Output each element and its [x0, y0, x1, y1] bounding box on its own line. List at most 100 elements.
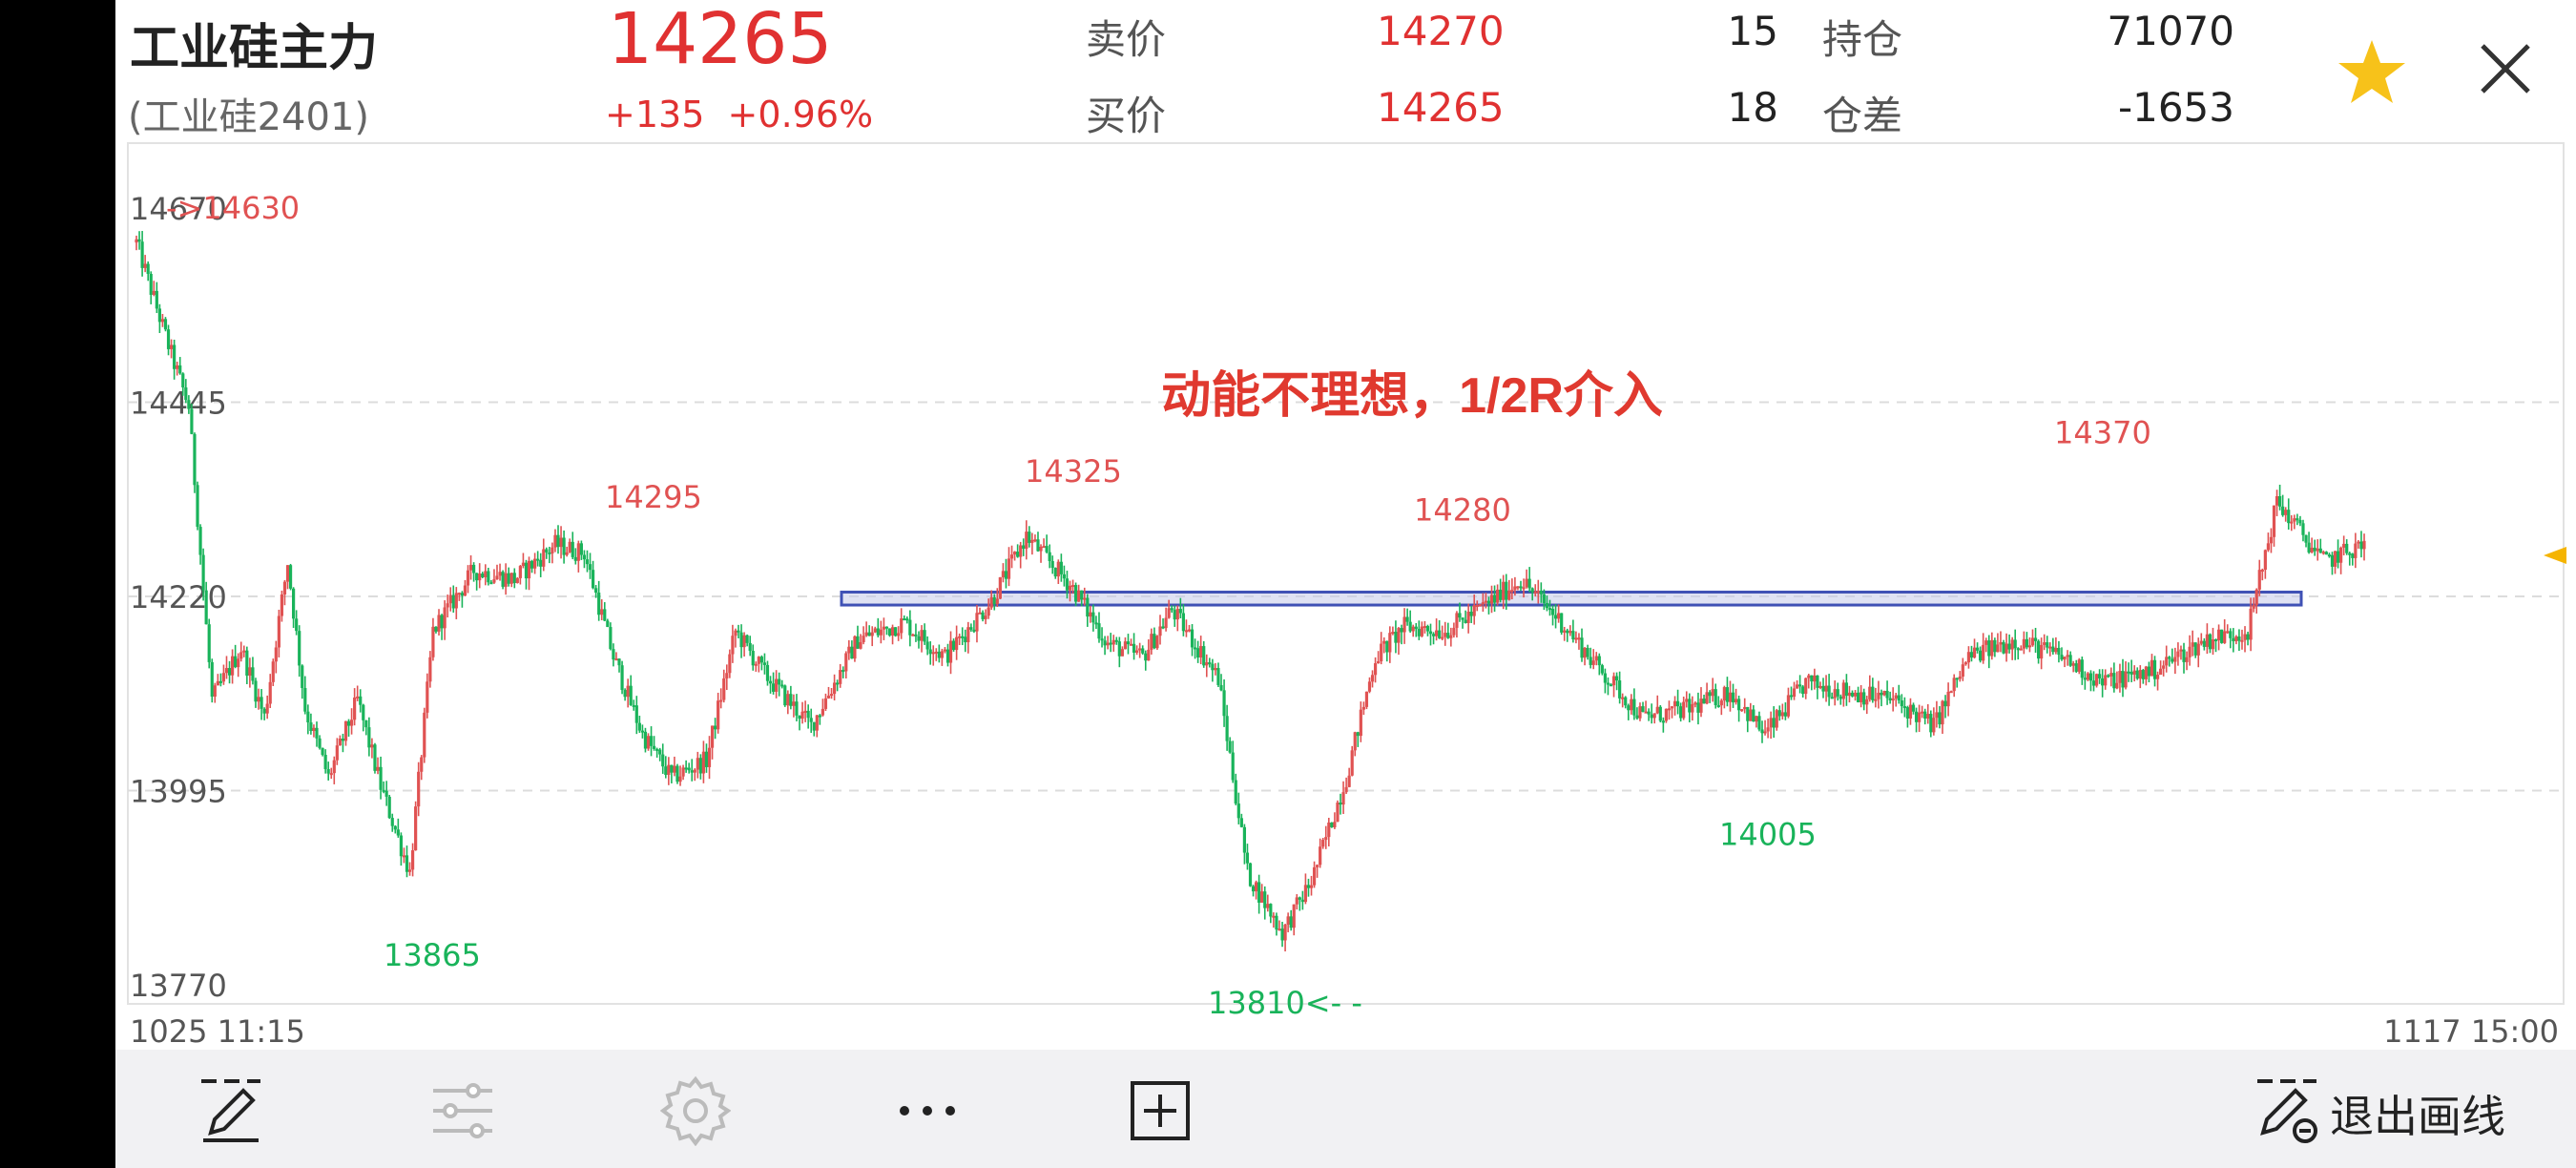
candle-body — [2127, 671, 2130, 674]
candle-body — [948, 640, 953, 663]
candle-body — [420, 757, 424, 772]
candle-body — [1164, 617, 1168, 629]
candle-body — [862, 636, 865, 642]
candlestick-chart[interactable]: 1467014445142201399513770 ->146301429514… — [0, 0, 2576, 1168]
candle-body — [890, 627, 895, 636]
candle-body — [301, 665, 304, 688]
candle-body — [542, 549, 546, 567]
candle-body — [847, 646, 851, 654]
candle-body — [925, 641, 929, 650]
candle-body — [1150, 634, 1153, 650]
candle-body — [1184, 630, 1189, 633]
candle-body — [1004, 571, 1008, 579]
candle-body — [1444, 633, 1447, 637]
candle-body — [2066, 655, 2069, 657]
candle-body — [1874, 699, 1878, 701]
candle-body — [504, 573, 508, 587]
candle-body — [710, 725, 715, 748]
candle-body — [446, 603, 449, 608]
draw-pen-icon[interactable] — [196, 1075, 266, 1146]
candle-body — [1388, 633, 1392, 653]
candle-body — [1036, 539, 1040, 552]
candle-body — [1772, 718, 1776, 728]
candle-body — [1417, 629, 1421, 636]
candle-body — [2249, 608, 2253, 640]
chart-annotation: 动能不理想，1/2R介入 — [1161, 368, 1663, 424]
candle-body — [1900, 700, 1903, 707]
candle-body — [2115, 682, 2119, 689]
candle-body — [1606, 682, 1610, 685]
candle-body — [1129, 643, 1133, 646]
candle-body — [1446, 633, 1450, 638]
candle-body — [2188, 646, 2192, 657]
candle-body — [207, 624, 211, 662]
candle-body — [218, 680, 223, 683]
candle-body — [1411, 626, 1415, 632]
candle-body — [1731, 692, 1735, 703]
candle-body — [1408, 621, 1412, 632]
candle-body — [1877, 692, 1880, 699]
candle-body — [2252, 605, 2255, 609]
candle-body — [234, 656, 238, 668]
y-tick-label: 14220 — [130, 579, 227, 615]
candle-body — [1507, 590, 1511, 600]
candle-body — [306, 711, 310, 723]
candle-body — [964, 636, 967, 643]
candle-body — [2182, 649, 2186, 662]
candle-body — [1719, 700, 1723, 706]
candle-body — [468, 564, 473, 571]
candle-body — [675, 765, 679, 782]
candle-body — [859, 641, 862, 649]
candle-body — [1894, 695, 1898, 699]
candle-body — [1263, 891, 1267, 908]
candle-body — [1545, 602, 1549, 609]
candle-body — [1841, 682, 1845, 699]
candle-body — [1734, 699, 1738, 703]
candle-body — [1609, 684, 1613, 687]
candle-body — [1266, 904, 1270, 908]
candle-body — [1685, 699, 1689, 702]
candle-body — [2168, 657, 2171, 659]
candle-body — [1711, 689, 1714, 697]
candle-body — [2357, 541, 2360, 544]
candle-body — [1464, 619, 1467, 623]
candle-body — [1306, 885, 1311, 888]
candle-body — [1813, 675, 1817, 682]
candle-body — [841, 670, 845, 673]
candle-body — [1359, 709, 1362, 737]
candle-body — [295, 618, 299, 632]
candle-body — [298, 631, 301, 666]
candle-body — [536, 558, 540, 561]
candle-body — [582, 554, 587, 560]
candle-body — [937, 651, 941, 658]
candle-body — [748, 642, 752, 652]
high-label: 14280 — [1414, 492, 1511, 529]
exit-drawing-label[interactable]: 退出画线 — [2330, 1082, 2505, 1145]
candle-body — [975, 613, 979, 632]
candle-body — [2036, 640, 2041, 659]
candle-body — [507, 573, 510, 584]
add-box-icon[interactable] — [1125, 1075, 1195, 1146]
x-end-label: 1117 15:00 — [2383, 1013, 2559, 1050]
more-icon[interactable] — [892, 1075, 963, 1146]
candle-body — [1222, 690, 1226, 717]
candle-body — [271, 661, 275, 682]
candle-body — [879, 629, 883, 636]
candle-body — [1699, 699, 1703, 713]
candle-body — [1486, 600, 1491, 604]
gear-icon[interactable] — [660, 1075, 731, 1146]
candle-body — [1257, 882, 1261, 903]
candle-body — [379, 766, 383, 790]
candle-body — [1327, 822, 1331, 838]
candle-body — [2193, 642, 2197, 656]
candle-body — [1836, 689, 1839, 697]
candle-body — [1560, 613, 1564, 633]
candle-body — [373, 744, 377, 771]
candle-body — [649, 736, 654, 746]
exit-drawing-icon[interactable] — [2252, 1075, 2322, 1146]
candle-body — [981, 612, 985, 619]
candle-body — [775, 678, 779, 692]
candle-body — [1755, 716, 1758, 722]
sliders-icon[interactable] — [427, 1075, 498, 1146]
candle-body — [768, 680, 773, 684]
